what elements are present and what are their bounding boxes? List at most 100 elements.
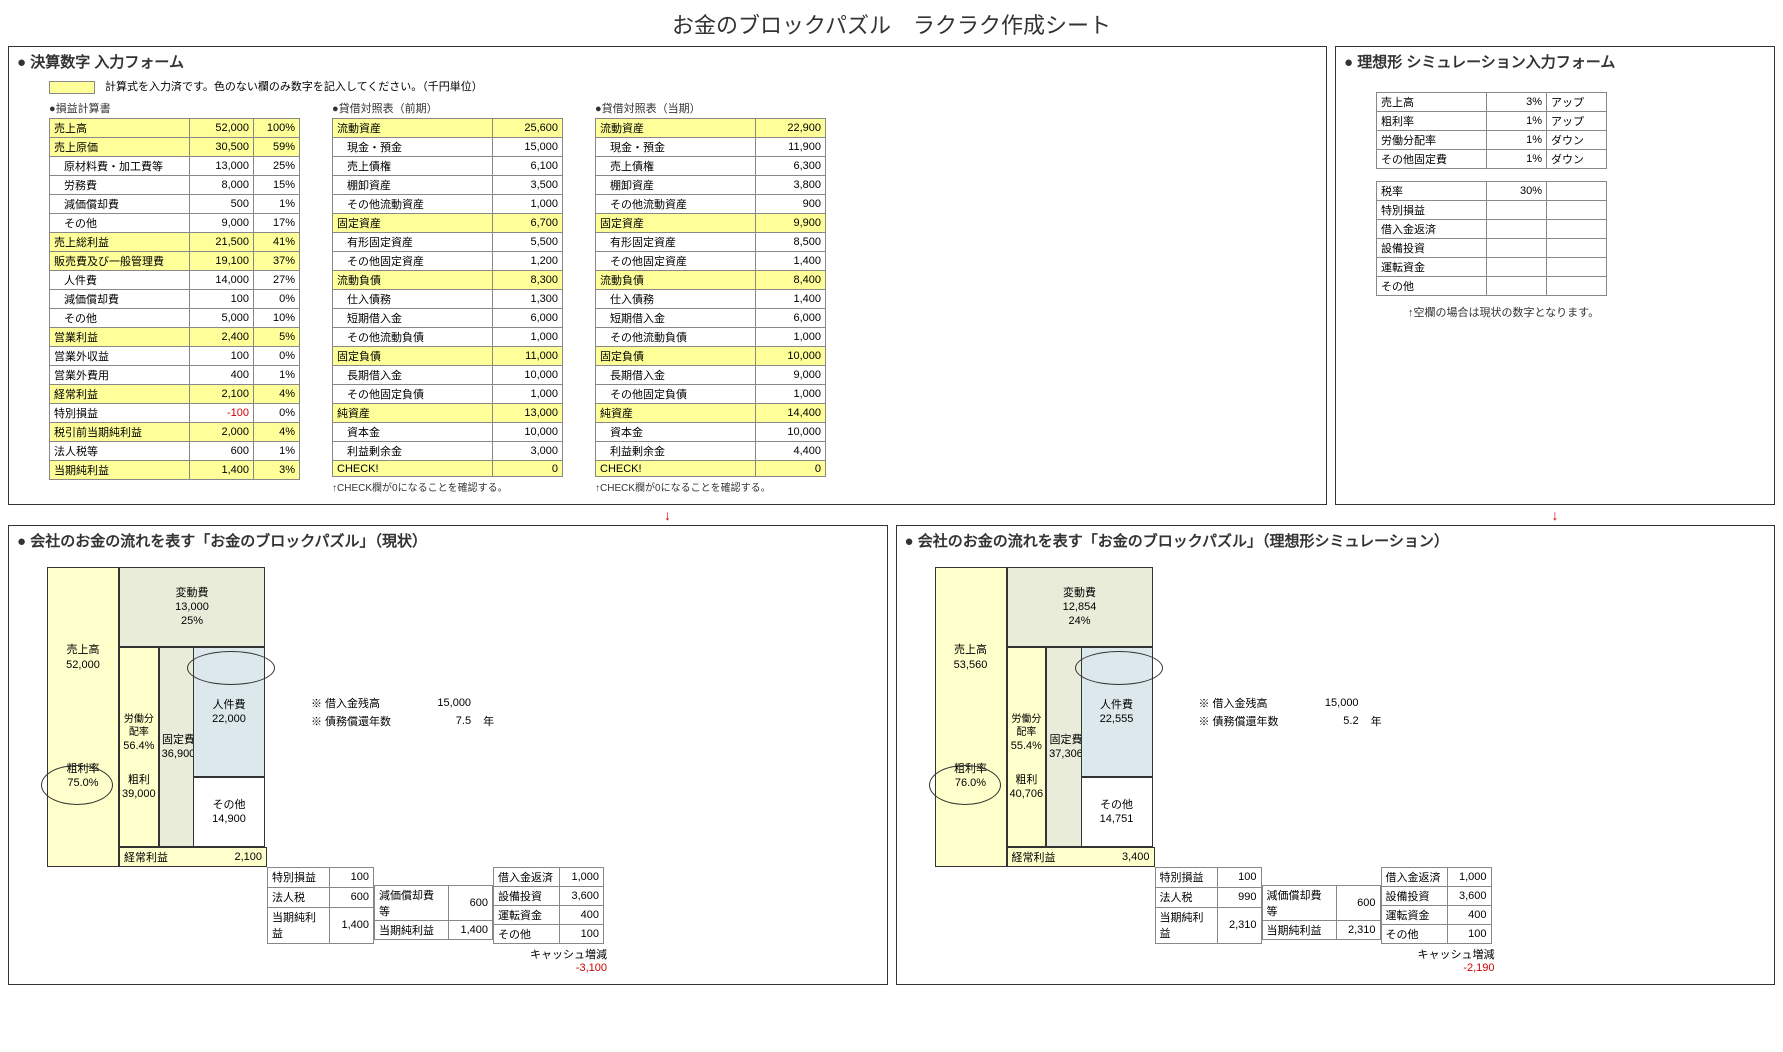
row-value[interactable]: 500 [190, 195, 254, 214]
row-value[interactable]: 1% [1487, 150, 1547, 169]
row-value[interactable]: 3,000 [493, 442, 563, 461]
flow-value: 3,600 [1447, 887, 1491, 906]
row-value[interactable]: 8,500 [756, 233, 826, 252]
row-value[interactable]: 400 [190, 366, 254, 385]
row-value[interactable]: 3,500 [493, 176, 563, 195]
row-value[interactable]: 10,000 [493, 423, 563, 442]
row-value[interactable]: 15,000 [493, 138, 563, 157]
var-label: 変動費 [176, 586, 209, 600]
row-value[interactable]: 10,000 [756, 423, 826, 442]
row-value[interactable] [1487, 277, 1547, 296]
row-label: その他流動負債 [333, 328, 493, 347]
row-label: 営業外費用 [50, 366, 190, 385]
row-label: その他流動負債 [596, 328, 756, 347]
table-row: 短期借入金6,000 [333, 309, 563, 328]
row-label: 利益剰余金 [333, 442, 493, 461]
row-value[interactable]: 100 [190, 290, 254, 309]
row-value[interactable]: 1,000 [493, 385, 563, 404]
row-value[interactable]: 6,000 [756, 309, 826, 328]
row-value[interactable]: 1,000 [756, 328, 826, 347]
row-label: その他 [50, 309, 190, 328]
row-value[interactable]: 1,300 [493, 290, 563, 309]
other-label: その他 [213, 798, 246, 812]
row-value[interactable]: 9,000 [756, 366, 826, 385]
row-value: 19,100 [190, 252, 254, 271]
row-value[interactable]: 100 [190, 347, 254, 366]
other-box: その他 14,751 [1081, 777, 1153, 847]
row-value[interactable]: 8,000 [190, 176, 254, 195]
table-row: その他 [1377, 277, 1607, 296]
flow-label: 借入金返済 [494, 868, 560, 887]
row-value[interactable] [1487, 220, 1547, 239]
row-value[interactable]: 1,400 [756, 290, 826, 309]
row-label: 法人税等 [50, 442, 190, 461]
table-row: 売上債権6,300 [596, 157, 826, 176]
gross-label: 粗利 [1015, 773, 1037, 787]
flow-label: 特別損益 [268, 868, 330, 888]
row-value[interactable]: 13,000 [190, 157, 254, 176]
row-value[interactable]: 9,000 [190, 214, 254, 233]
row-value[interactable]: 5,000 [190, 309, 254, 328]
row-value[interactable]: 1,000 [493, 195, 563, 214]
flow-value: 2,310 [1336, 921, 1380, 940]
row-label: 流動資産 [596, 119, 756, 138]
flow-label: 当期純利益 [375, 921, 449, 940]
row-value[interactable]: 6,000 [493, 309, 563, 328]
row-value[interactable]: 6,300 [756, 157, 826, 176]
flow-label: 設備投資 [494, 887, 560, 906]
row-value[interactable]: 6,100 [493, 157, 563, 176]
table-row: 流動資産22,900 [596, 119, 826, 138]
fixed-label: 固定費 [162, 733, 195, 747]
table-row: 売上高52,000100% [50, 119, 300, 138]
labor-value: 22,555 [1100, 712, 1134, 726]
row-label: 粗利率 [1377, 112, 1487, 131]
table-row: 法人税990 [1155, 887, 1261, 907]
sim-form-panel: ● 理想形 シミュレーション入力フォーム 売上高3%アップ粗利率1%アップ労働分… [1335, 46, 1775, 505]
row-label: 流動資産 [333, 119, 493, 138]
row-label: 棚卸資産 [333, 176, 493, 195]
row-label: 純資産 [333, 404, 493, 423]
row-value[interactable]: 14,000 [190, 271, 254, 290]
block-sim-panel: ● 会社のお金の流れを表す「お金のブロックパズル」（理想形シミュレーション） 売… [896, 525, 1776, 985]
sim-table-1: 売上高3%アップ粗利率1%アップ労働分配率1%ダウンその他固定費1%ダウン [1376, 92, 1607, 169]
table-row: その他流動資産900 [596, 195, 826, 214]
row-label: 固定負債 [596, 347, 756, 366]
row-value[interactable]: 900 [756, 195, 826, 214]
table-row: その他流動負債1,000 [596, 328, 826, 347]
row-value[interactable]: 1,000 [756, 385, 826, 404]
table-row: 資本金10,000 [333, 423, 563, 442]
row-unit [1547, 258, 1607, 277]
row-value[interactable]: 30% [1487, 182, 1547, 201]
row-value[interactable]: 1% [1487, 131, 1547, 150]
table-row: 当期純利益2,310 [1155, 907, 1261, 943]
variable-box: 変動費 13,000 25% [119, 567, 265, 647]
flow-label: その他 [494, 925, 560, 944]
row-value[interactable]: 1,000 [493, 328, 563, 347]
table-row: 長期借入金10,000 [333, 366, 563, 385]
row-unit [1547, 239, 1607, 258]
row-value[interactable]: 10,000 [493, 366, 563, 385]
row-label: 売上債権 [596, 157, 756, 176]
flow-label: 当期純利益 [1155, 907, 1217, 943]
flow-value: 400 [1447, 906, 1491, 925]
flow-label: その他 [1381, 925, 1447, 944]
row-value[interactable]: 3,800 [756, 176, 826, 195]
row-value[interactable] [1487, 201, 1547, 220]
row-value[interactable]: 3% [1487, 93, 1547, 112]
row-value[interactable]: 600 [190, 442, 254, 461]
row-value[interactable]: 1,200 [493, 252, 563, 271]
row-value[interactable]: 4,400 [756, 442, 826, 461]
row-value[interactable] [1487, 239, 1547, 258]
row-value[interactable] [1487, 258, 1547, 277]
var-pct: 25% [181, 614, 203, 628]
row-label: 有形固定資産 [333, 233, 493, 252]
row-value[interactable]: 1,400 [756, 252, 826, 271]
row-value[interactable]: 1% [1487, 112, 1547, 131]
row-value[interactable]: 5,500 [493, 233, 563, 252]
table-row: 固定負債10,000 [596, 347, 826, 366]
table-row: 運転資金400 [494, 906, 604, 925]
row-unit: アップ [1547, 93, 1607, 112]
flow-table-3: 借入金返済1,000設備投資3,600運転資金400その他100 [493, 867, 604, 944]
row-value[interactable]: 11,900 [756, 138, 826, 157]
row-value: 30,500 [190, 138, 254, 157]
